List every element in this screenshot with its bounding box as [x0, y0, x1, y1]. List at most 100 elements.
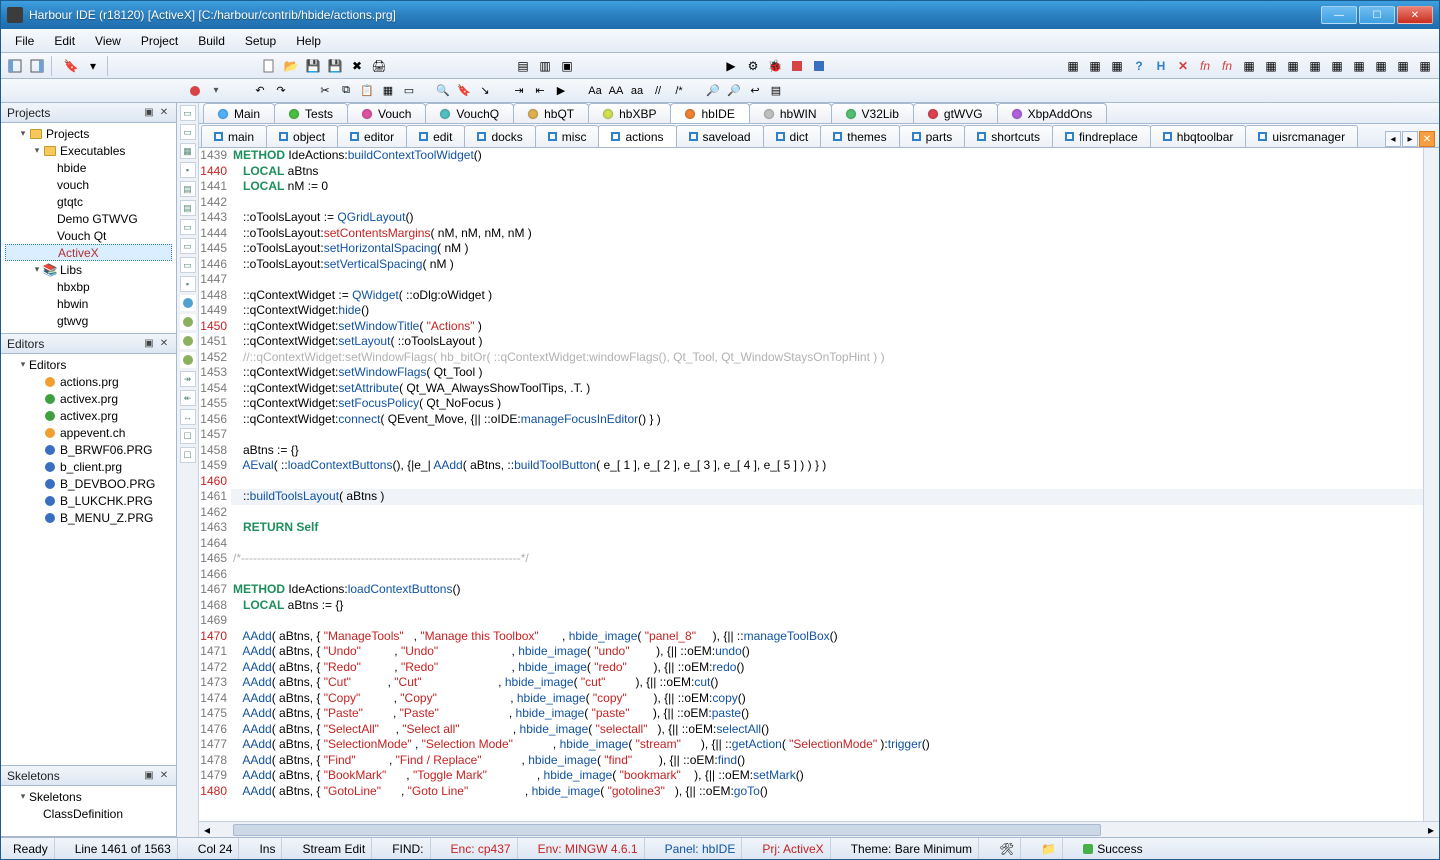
stop-blue-icon[interactable] — [809, 56, 829, 76]
status-theme[interactable]: Theme: Bare Minimum — [845, 838, 979, 859]
gutter-icon[interactable]: ▭ — [180, 257, 196, 273]
title-bar[interactable]: Harbour IDE (r18120) [ActiveX] [C:/harbo… — [1, 1, 1439, 29]
editor-tree-item[interactable]: actions.prg — [5, 373, 172, 390]
file-tab[interactable]: uisrcmanager — [1245, 125, 1358, 147]
gutter-icon[interactable] — [180, 333, 196, 349]
tree-item[interactable]: gtwvg — [5, 312, 172, 329]
panel-close-icon[interactable]: ✕ — [158, 338, 170, 350]
new-file-icon[interactable] — [259, 56, 279, 76]
minimize-button[interactable]: — — [1321, 6, 1357, 24]
file-tab[interactable]: findreplace — [1052, 125, 1151, 147]
editor-tree-item[interactable]: activex.prg — [5, 407, 172, 424]
file-tab[interactable]: saveload — [676, 125, 764, 147]
menu-project[interactable]: Project — [133, 32, 186, 50]
menu-view[interactable]: View — [87, 32, 129, 50]
tree-item[interactable]: hbwin — [5, 295, 172, 312]
panel-tab[interactable]: hbWIN — [749, 103, 832, 123]
panel-float-icon[interactable]: ▣ — [143, 338, 155, 350]
panel-tab[interactable]: VouchQ — [425, 103, 514, 123]
gutter-icon[interactable]: ▭ — [180, 219, 196, 235]
debug-icon[interactable]: 🐞 — [765, 56, 785, 76]
dropdown-icon[interactable]: ▾ — [83, 56, 103, 76]
gutter-icon[interactable]: ↔ — [180, 409, 196, 425]
editor-tree-item[interactable]: appevent.ch — [5, 424, 172, 441]
panel-tab[interactable]: Vouch — [347, 103, 426, 123]
panel-tab[interactable]: hbQT — [513, 103, 589, 123]
status-panel[interactable]: Panel: hbIDE — [659, 838, 743, 859]
tree-executables[interactable]: ▾Executables — [5, 142, 172, 159]
redo-icon[interactable]: ↷ — [272, 82, 290, 100]
zoom-out-icon[interactable]: 🔎 — [725, 82, 743, 100]
file-tab[interactable]: dict — [763, 125, 822, 147]
tree-root-projects[interactable]: ▾Projects — [5, 125, 172, 142]
tab-next-icon[interactable]: ▸ — [1402, 131, 1418, 147]
copy-icon[interactable]: ⧉ — [337, 82, 355, 100]
editor-scrollbar-horizontal[interactable]: ◂ ▸ — [199, 821, 1439, 837]
panel-tab[interactable]: hbIDE — [670, 103, 749, 123]
grid4-icon[interactable]: ▦ — [1305, 56, 1325, 76]
editor-scrollbar-vertical[interactable] — [1423, 148, 1439, 821]
file-tab[interactable]: edit — [406, 125, 465, 147]
menu-build[interactable]: Build — [190, 32, 233, 50]
grid2-icon[interactable]: ▦ — [1261, 56, 1281, 76]
gutter-icon[interactable]: ▤ — [180, 200, 196, 216]
file-tab[interactable]: parts — [899, 125, 966, 147]
panel-close-icon[interactable]: ✕ — [158, 770, 170, 782]
gutter-icon[interactable]: ▦ — [180, 143, 196, 159]
stop-red-icon[interactable] — [787, 56, 807, 76]
close-x-icon[interactable]: ✕ — [1173, 56, 1193, 76]
tree-item[interactable]: hbxbp — [5, 278, 172, 295]
status-tool-icon[interactable]: 🛠 — [993, 838, 1021, 859]
tree-item[interactable]: gtqtc — [5, 193, 172, 210]
tab-prev-icon[interactable]: ◂ — [1385, 131, 1401, 147]
bookmark2-icon[interactable]: 🔖 — [455, 82, 473, 100]
step-out-icon[interactable]: ⇤ — [531, 82, 549, 100]
panel-header-editors[interactable]: Editors ▣ ✕ — [1, 334, 176, 354]
cut-icon[interactable]: ✂ — [316, 82, 334, 100]
undo-icon[interactable]: ↶ — [251, 82, 269, 100]
bookmark-icon[interactable]: 🔖 — [61, 56, 81, 76]
file-tab[interactable]: object — [266, 125, 338, 147]
gutter-icon[interactable]: ▪ — [180, 276, 196, 292]
tree-root-editors[interactable]: ▾Editors — [5, 356, 172, 373]
panel-tab[interactable]: XbpAddOns — [997, 103, 1108, 123]
panel-tab[interactable]: V32Lib — [831, 103, 914, 123]
split-h-icon[interactable]: ▤ — [513, 56, 533, 76]
paste-icon[interactable]: 📋 — [358, 82, 376, 100]
step-in-icon[interactable]: ⇥ — [510, 82, 528, 100]
gutter-icon[interactable]: ☐ — [180, 447, 196, 463]
zoom-in-icon[interactable]: 🔎 — [704, 82, 722, 100]
run2-icon[interactable]: ▶ — [552, 82, 570, 100]
uncomment-icon[interactable]: /* — [670, 82, 688, 100]
tree-item[interactable]: Vouch Qt — [5, 227, 172, 244]
goto-icon[interactable]: ↘ — [476, 82, 494, 100]
file-tab[interactable]: shortcuts — [964, 125, 1053, 147]
dropdown2-icon[interactable]: ▾ — [207, 82, 225, 100]
comment-icon[interactable]: // — [649, 82, 667, 100]
status-prj[interactable]: Prj: ActiveX — [756, 838, 830, 859]
window-icon[interactable]: ▣ — [557, 56, 577, 76]
file-tab[interactable]: misc — [535, 125, 600, 147]
panel-float-icon[interactable]: ▣ — [143, 770, 155, 782]
build-icon[interactable]: ▶ — [721, 56, 741, 76]
status-ins[interactable]: Ins — [253, 838, 282, 859]
open-file-icon[interactable]: 📂 — [281, 56, 301, 76]
grid1-icon[interactable]: ▦ — [1239, 56, 1259, 76]
gutter-icon[interactable]: ☐ — [180, 428, 196, 444]
save-icon[interactable]: 💾 — [303, 56, 323, 76]
tree-libs[interactable]: ▾📚Libs — [5, 261, 172, 278]
gutter-icon[interactable]: ▭ — [180, 238, 196, 254]
status-enc[interactable]: Enc: cp437 — [445, 838, 518, 859]
record-macro-icon[interactable] — [186, 82, 204, 100]
lower-icon[interactable]: aa — [628, 82, 646, 100]
layout2-icon[interactable]: ▦ — [1085, 56, 1105, 76]
save-all-icon[interactable]: 💾 — [325, 56, 345, 76]
format-icon[interactable]: Aa — [586, 82, 604, 100]
toggle-panel-icon[interactable] — [5, 56, 25, 76]
close-button[interactable]: ✕ — [1397, 6, 1433, 24]
gutter-icon[interactable]: ▭ — [180, 105, 196, 121]
layout3-icon[interactable]: ▦ — [1107, 56, 1127, 76]
upper-icon[interactable]: AA — [607, 82, 625, 100]
menu-edit[interactable]: Edit — [46, 32, 83, 50]
snippet-icon[interactable]: ▤ — [767, 82, 785, 100]
